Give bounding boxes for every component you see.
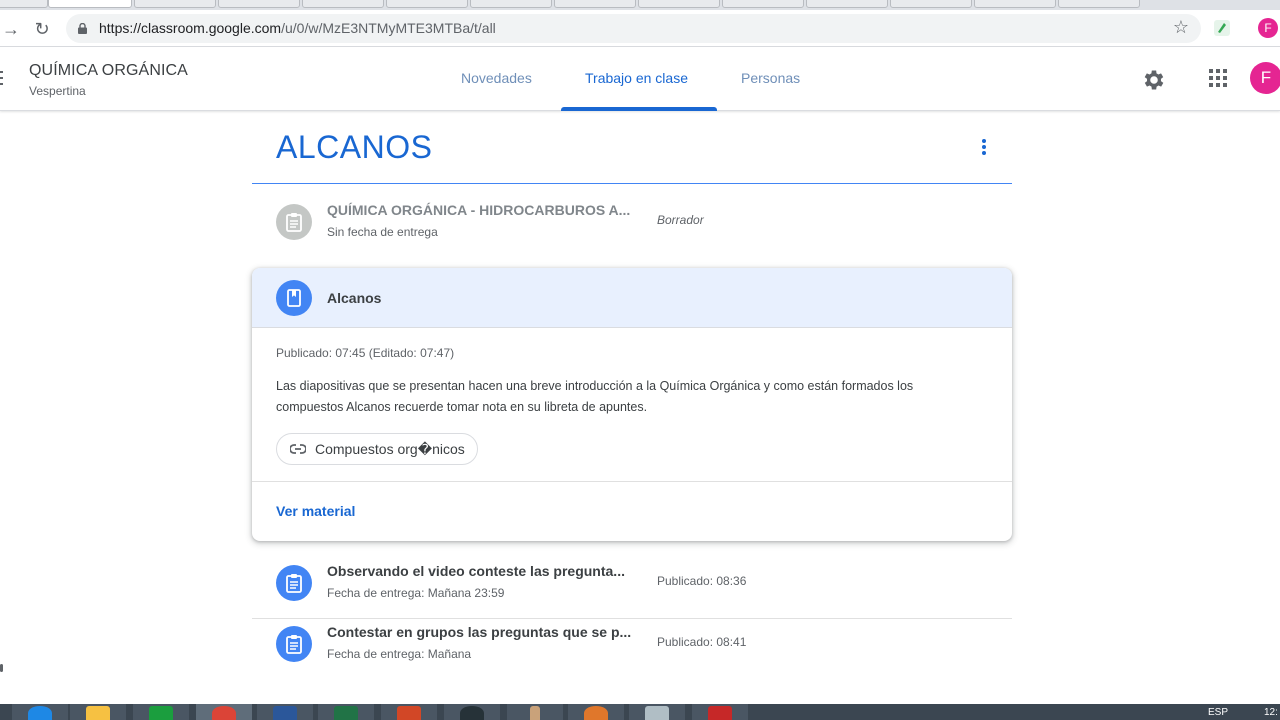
scroll-edge-marker (0, 664, 3, 672)
active-tab-indicator (561, 107, 717, 111)
browser-profile-avatar[interactable]: F (1258, 18, 1278, 38)
reload-icon[interactable]: ↻ (31, 18, 53, 40)
material-bookmark-icon (276, 280, 312, 316)
taskbar-language[interactable]: ESP (1208, 707, 1228, 718)
lock-icon (78, 23, 87, 34)
browser-tab[interactable] (302, 0, 384, 8)
browser-tab[interactable] (386, 0, 468, 8)
taskbar-app[interactable] (568, 704, 624, 720)
google-apps-icon[interactable] (1209, 69, 1227, 87)
view-material-button[interactable]: Ver material (276, 503, 355, 519)
browser-tab[interactable] (806, 0, 888, 8)
browser-tab[interactable] (470, 0, 552, 8)
browser-tab[interactable] (554, 0, 636, 8)
browser-tab-active[interactable] (48, 0, 132, 8)
taskbar-excel[interactable] (318, 704, 374, 720)
taskbar-app[interactable] (692, 704, 748, 720)
material-title: Alcanos (327, 290, 382, 306)
taskbar-file-explorer[interactable] (70, 704, 126, 720)
item-title: Contestar en grupos las preguntas que se… (327, 624, 632, 640)
assignment-icon (276, 204, 312, 240)
bookmark-star-icon[interactable]: ☆ (1173, 17, 1189, 38)
browser-tab[interactable] (1058, 0, 1140, 8)
taskbar-internet-explorer[interactable] (12, 704, 68, 720)
url-text: https://classroom.google.com/u/0/w/MzE3N… (99, 20, 496, 36)
main-menu-icon[interactable] (0, 71, 3, 85)
forward-arrow-icon[interactable]: → (0, 18, 22, 40)
attachment-link-chip[interactable]: Compuestos org�nicos (276, 433, 478, 465)
item-published: Publicado: 08:36 (657, 574, 747, 588)
more-vert-icon[interactable] (978, 139, 990, 157)
tab-personas[interactable]: Personas (741, 70, 800, 86)
class-section: Vespertina (29, 84, 86, 98)
taskbar-clock[interactable]: 12: (1264, 707, 1278, 718)
material-card-header[interactable]: Alcanos (252, 268, 1012, 328)
item-status: Borrador (657, 213, 704, 227)
taskbar-app[interactable] (444, 704, 500, 720)
material-description: Las diapositivas que se presentan hacen … (276, 379, 914, 414)
url-path: /u/0/w/MzE3NTMyMTE3MTBa/t/all (281, 20, 496, 36)
classwork-item[interactable]: Observando el video conteste las pregunt… (252, 557, 1012, 617)
item-due-date: Fecha de entrega: Mañana (327, 647, 472, 661)
taskbar-chrome[interactable] (196, 704, 252, 720)
classroom-header: QUÍMICA ORGÁNICA Vespertina Novedades Tr… (0, 47, 1280, 111)
material-card: Alcanos Publicado: 07:45 (Editado: 07:47… (252, 268, 1012, 541)
topic-title: ALCANOS (276, 129, 433, 165)
browser-toolbar: → ↻ https://classroom.google.com/u/0/w/M… (0, 10, 1280, 47)
extension-icon[interactable] (1212, 18, 1232, 38)
browser-tab[interactable] (974, 0, 1056, 8)
gear-icon[interactable] (1141, 67, 1167, 93)
user-avatar[interactable]: F (1250, 62, 1280, 94)
taskbar-app-green[interactable] (133, 704, 189, 720)
item-due-date: Sin fecha de entrega (327, 225, 438, 239)
class-name[interactable]: QUÍMICA ORGÁNICA (29, 62, 188, 80)
topic-divider (252, 183, 1012, 184)
browser-tab[interactable] (638, 0, 720, 8)
browser-tab[interactable] (0, 0, 48, 8)
item-due-date: Fecha de entrega: Mañana 23:59 (327, 586, 505, 600)
tab-novedades[interactable]: Novedades (461, 70, 532, 86)
taskbar-app[interactable] (507, 704, 563, 720)
material-published: Publicado: 07:45 (Editado: 07:47) (276, 346, 455, 360)
item-title: Observando el video conteste las pregunt… (327, 563, 625, 579)
attachment-title: Compuestos org�nicos (315, 441, 465, 457)
browser-tab[interactable] (890, 0, 972, 8)
browser-tab[interactable] (218, 0, 300, 8)
taskbar-word[interactable] (257, 704, 313, 720)
assignment-icon (276, 565, 312, 601)
classwork-item[interactable]: Contestar en grupos las preguntas que se… (252, 618, 1012, 678)
browser-tab[interactable] (722, 0, 804, 8)
assignment-icon (276, 626, 312, 662)
link-icon (290, 444, 306, 454)
item-published: Publicado: 08:41 (657, 635, 747, 649)
card-divider (252, 481, 1012, 482)
taskbar-powerpoint[interactable] (381, 704, 437, 720)
tab-trabajo-en-clase[interactable]: Trabajo en clase (585, 70, 688, 86)
item-title: QUÍMICA ORGÁNICA - HIDROCARBUROS A... (327, 202, 631, 218)
address-bar[interactable]: https://classroom.google.com/u/0/w/MzE3N… (66, 14, 1201, 43)
classwork-item-draft[interactable]: QUÍMICA ORGÁNICA - HIDROCARBUROS A... Si… (252, 196, 1012, 256)
os-taskbar: ESP 12: (0, 704, 1280, 720)
url-host: https://classroom.google.com (99, 20, 282, 36)
taskbar-app[interactable] (629, 704, 685, 720)
browser-tab[interactable] (134, 0, 216, 8)
browser-tabstrip (0, 0, 1280, 10)
